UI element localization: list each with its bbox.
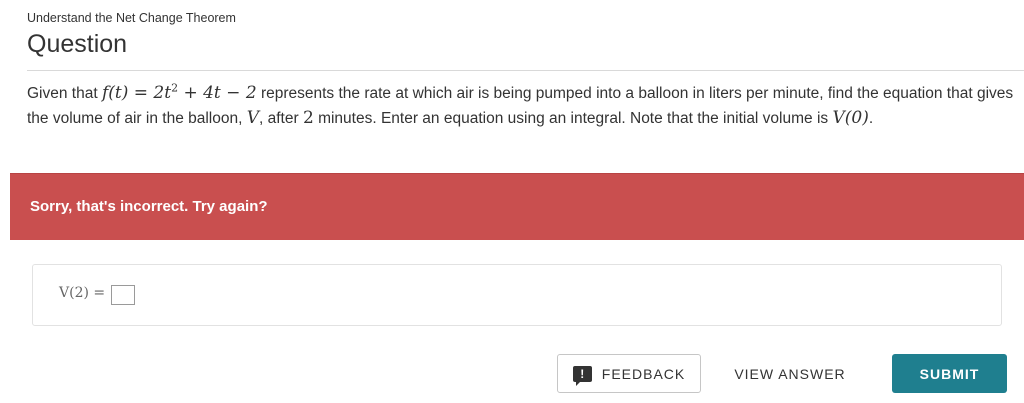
answer-input[interactable] <box>111 285 135 305</box>
question-text-part: minutes. Enter an equation using an inte… <box>313 110 833 127</box>
submit-label: SUBMIT <box>919 365 980 382</box>
math-two: 2 <box>302 108 314 128</box>
question-text-part: , after <box>259 110 303 127</box>
math-v0: V(0) <box>832 108 869 128</box>
question-text: Given that f(t) = 2t2 + 4t − 2 represent… <box>27 81 1017 131</box>
breadcrumb: Understand the Net Change Theorem <box>27 11 236 25</box>
math-f-of-t: f(t) = 2t <box>101 83 172 103</box>
view-answer-button[interactable]: VIEW ANSWER <box>714 354 866 393</box>
incorrect-feedback-banner: Sorry, that's incorrect. Try again? <box>10 173 1024 240</box>
feedback-button-label: FEEDBACK <box>601 365 686 382</box>
view-answer-label: VIEW ANSWER <box>734 365 846 382</box>
math-exponent: 2 <box>171 81 179 95</box>
answer-area: V(2) = <box>32 264 1002 326</box>
question-text-part: . <box>868 110 874 127</box>
math-initial-volume: V(0) <box>832 108 868 128</box>
submit-button[interactable]: SUBMIT <box>892 354 1007 393</box>
question-text-part: Given that <box>27 85 102 102</box>
math-function-expression: f(t) = 2t2 + 4t − 2 <box>101 81 257 103</box>
question-page: Understand the Net Change Theorem Questi… <box>0 0 1024 403</box>
divider <box>27 70 1024 71</box>
math-volume-variable: V <box>247 108 259 128</box>
math-rest: + 4t − 2 <box>178 83 257 103</box>
feedback-speech-bubble-icon: ! <box>572 365 592 386</box>
answer-label: V(2) = <box>59 285 106 301</box>
feedback-button[interactable]: ! FEEDBACK <box>557 354 701 393</box>
math-v: V <box>246 108 259 128</box>
page-title: Question <box>27 30 128 58</box>
incorrect-feedback-text: Sorry, that's incorrect. Try again? <box>30 198 268 215</box>
